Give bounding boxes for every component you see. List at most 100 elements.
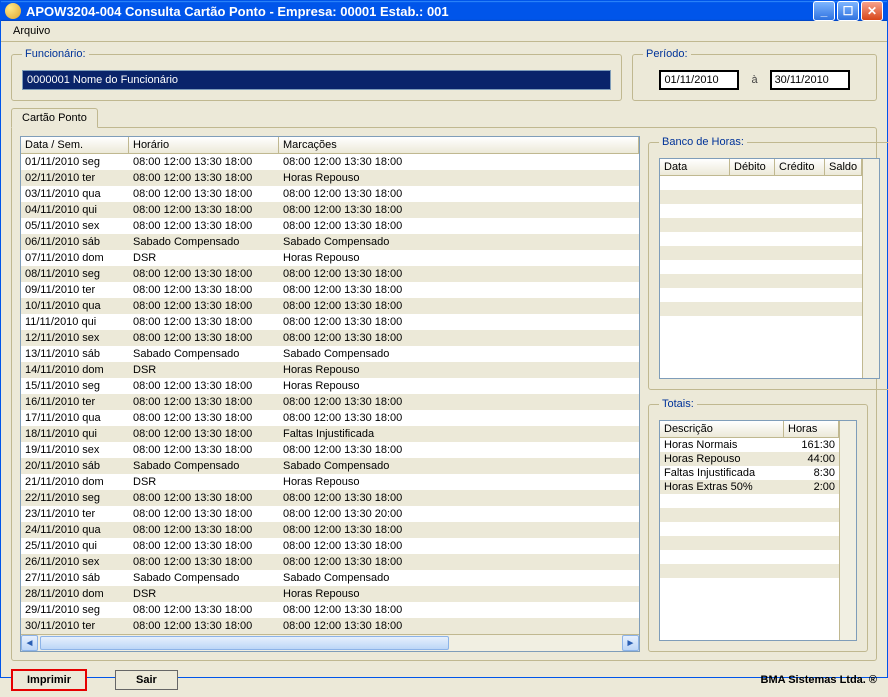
banco-row[interactable]: [660, 316, 862, 330]
tab-cartao-ponto[interactable]: Cartão Ponto: [11, 108, 98, 128]
totais-row[interactable]: Horas Extras 50%2:00: [660, 480, 839, 494]
table-row[interactable]: 15/11/2010 seg08:00 12:00 13:30 18:00Hor…: [21, 378, 639, 394]
banco-row[interactable]: [660, 232, 862, 246]
funcionario-group: Funcionário:: [11, 48, 622, 101]
maximize-button[interactable]: ☐: [837, 1, 859, 21]
table-row[interactable]: 03/11/2010 qua08:00 12:00 13:30 18:0008:…: [21, 186, 639, 202]
cell-data: 17/11/2010 qua: [21, 410, 129, 426]
cell-horario: DSR: [129, 586, 279, 602]
table-row[interactable]: 19/11/2010 sex08:00 12:00 13:30 18:0008:…: [21, 442, 639, 458]
table-row[interactable]: 12/11/2010 sex08:00 12:00 13:30 18:0008:…: [21, 330, 639, 346]
table-row[interactable]: 17/11/2010 qua08:00 12:00 13:30 18:0008:…: [21, 410, 639, 426]
table-row[interactable]: 25/11/2010 qui08:00 12:00 13:30 18:0008:…: [21, 538, 639, 554]
totais-row[interactable]: Faltas Injustificada8:30: [660, 466, 839, 480]
table-row[interactable]: 07/11/2010 domDSRHoras Repouso: [21, 250, 639, 266]
table-row[interactable]: 20/11/2010 sábSabado CompensadoSabado Co…: [21, 458, 639, 474]
periodo-from[interactable]: [659, 70, 739, 90]
banco-row[interactable]: [660, 274, 862, 288]
sair-button[interactable]: Sair: [115, 670, 178, 690]
scroll-right-icon[interactable]: ►: [622, 635, 639, 651]
table-row[interactable]: 30/11/2010 ter08:00 12:00 13:30 18:0008:…: [21, 618, 639, 634]
banco-row[interactable]: [660, 204, 862, 218]
cell-data: 04/11/2010 qui: [21, 202, 129, 218]
table-row[interactable]: 06/11/2010 sábSabado CompensadoSabado Co…: [21, 234, 639, 250]
window-controls: _ ☐ ✕: [813, 1, 883, 21]
menu-arquivo[interactable]: Arquivo: [7, 23, 56, 39]
table-row[interactable]: 08/11/2010 seg08:00 12:00 13:30 18:0008:…: [21, 266, 639, 282]
table-row[interactable]: 01/11/2010 seg08:00 12:00 13:30 18:0008:…: [21, 154, 639, 170]
cell-horario: 08:00 12:00 13:30 18:00: [129, 618, 279, 634]
totais-row: [660, 494, 839, 508]
banco-col-credito[interactable]: Crédito: [775, 159, 825, 175]
totais-row: [660, 536, 839, 550]
banco-col-debito[interactable]: Débito: [730, 159, 775, 175]
periodo-to[interactable]: [770, 70, 850, 90]
totais-col-horas[interactable]: Horas: [784, 421, 839, 437]
minimize-button[interactable]: _: [813, 1, 835, 21]
table-row[interactable]: 21/11/2010 domDSRHoras Repouso: [21, 474, 639, 490]
cell-data: 19/11/2010 sex: [21, 442, 129, 458]
banco-col-saldo[interactable]: Saldo: [825, 159, 862, 175]
col-header-marcacoes[interactable]: Marcações: [279, 137, 639, 153]
cell-marcacoes: 08:00 12:00 13:30 18:00: [279, 282, 639, 298]
window-title: APOW3204-004 Consulta Cartão Ponto - Emp…: [26, 4, 813, 19]
table-row[interactable]: 13/11/2010 sábSabado CompensadoSabado Co…: [21, 346, 639, 362]
table-row[interactable]: 14/11/2010 domDSRHoras Repouso: [21, 362, 639, 378]
cell-marcacoes: Faltas Injustificada: [279, 426, 639, 442]
table-row[interactable]: 26/11/2010 sex08:00 12:00 13:30 18:0008:…: [21, 554, 639, 570]
table-row[interactable]: 18/11/2010 qui08:00 12:00 13:30 18:00Fal…: [21, 426, 639, 442]
cell-horario: 08:00 12:00 13:30 18:00: [129, 298, 279, 314]
totais-row[interactable]: Horas Normais161:30: [660, 438, 839, 452]
banco-row[interactable]: [660, 246, 862, 260]
cell-marcacoes: Horas Repouso: [279, 362, 639, 378]
cell-marcacoes: 08:00 12:00 13:30 18:00: [279, 186, 639, 202]
banco-row[interactable]: [660, 176, 862, 190]
banco-legend: Banco de Horas:: [659, 136, 747, 148]
cell-data: 05/11/2010 sex: [21, 218, 129, 234]
funcionario-input[interactable]: [22, 70, 611, 90]
cell-marcacoes: Horas Repouso: [279, 170, 639, 186]
banco-vscroll[interactable]: [862, 159, 879, 378]
totais-row[interactable]: Horas Repouso44:00: [660, 452, 839, 466]
scroll-left-icon[interactable]: ◄: [21, 635, 38, 651]
banco-row[interactable]: [660, 218, 862, 232]
imprimir-button[interactable]: Imprimir: [11, 669, 87, 691]
table-row[interactable]: 02/11/2010 ter08:00 12:00 13:30 18:00Hor…: [21, 170, 639, 186]
table-row[interactable]: 27/11/2010 sábSabado CompensadoSabado Co…: [21, 570, 639, 586]
table-row[interactable]: 04/11/2010 qui08:00 12:00 13:30 18:0008:…: [21, 202, 639, 218]
cell-horario: 08:00 12:00 13:30 18:00: [129, 154, 279, 170]
table-row[interactable]: 10/11/2010 qua08:00 12:00 13:30 18:0008:…: [21, 298, 639, 314]
table-row[interactable]: 23/11/2010 ter08:00 12:00 13:30 18:0008:…: [21, 506, 639, 522]
table-row[interactable]: 11/11/2010 qui08:00 12:00 13:30 18:0008:…: [21, 314, 639, 330]
totais-body[interactable]: Horas Normais161:30Horas Repouso44:00Fal…: [660, 438, 839, 640]
col-header-data[interactable]: Data / Sem.: [21, 137, 129, 153]
table-row[interactable]: 24/11/2010 qua08:00 12:00 13:30 18:0008:…: [21, 522, 639, 538]
banco-row[interactable]: [660, 288, 862, 302]
grid-body[interactable]: 01/11/2010 seg08:00 12:00 13:30 18:0008:…: [21, 154, 639, 634]
banco-row[interactable]: [660, 190, 862, 204]
cell-data: 10/11/2010 qua: [21, 298, 129, 314]
col-header-horario[interactable]: Horário: [129, 137, 279, 153]
table-row[interactable]: 28/11/2010 domDSRHoras Repouso: [21, 586, 639, 602]
banco-row[interactable]: [660, 260, 862, 274]
totais-col-desc[interactable]: Descrição: [660, 421, 784, 437]
table-row[interactable]: 22/11/2010 seg08:00 12:00 13:30 18:0008:…: [21, 490, 639, 506]
table-row[interactable]: 05/11/2010 sex08:00 12:00 13:30 18:0008:…: [21, 218, 639, 234]
banco-col-data[interactable]: Data: [660, 159, 730, 175]
table-row[interactable]: 16/11/2010 ter08:00 12:00 13:30 18:0008:…: [21, 394, 639, 410]
table-row[interactable]: 09/11/2010 ter08:00 12:00 13:30 18:0008:…: [21, 282, 639, 298]
table-row[interactable]: 29/11/2010 seg08:00 12:00 13:30 18:0008:…: [21, 602, 639, 618]
cell-marcacoes: Sabado Compensado: [279, 234, 639, 250]
cell-marcacoes: 08:00 12:00 13:30 18:00: [279, 330, 639, 346]
horizontal-scrollbar[interactable]: ◄ ►: [21, 634, 639, 651]
close-button[interactable]: ✕: [861, 1, 883, 21]
cell-marcacoes: Sabado Compensado: [279, 458, 639, 474]
cell-horario: 08:00 12:00 13:30 18:00: [129, 170, 279, 186]
content-area: Funcionário: Período: à Cartão Ponto D: [1, 42, 887, 665]
cell-horario: 08:00 12:00 13:30 18:00: [129, 378, 279, 394]
totais-vscroll[interactable]: [839, 421, 856, 640]
cell-data: 02/11/2010 ter: [21, 170, 129, 186]
cell-data: 25/11/2010 qui: [21, 538, 129, 554]
scroll-thumb[interactable]: [40, 636, 449, 650]
banco-row[interactable]: [660, 302, 862, 316]
